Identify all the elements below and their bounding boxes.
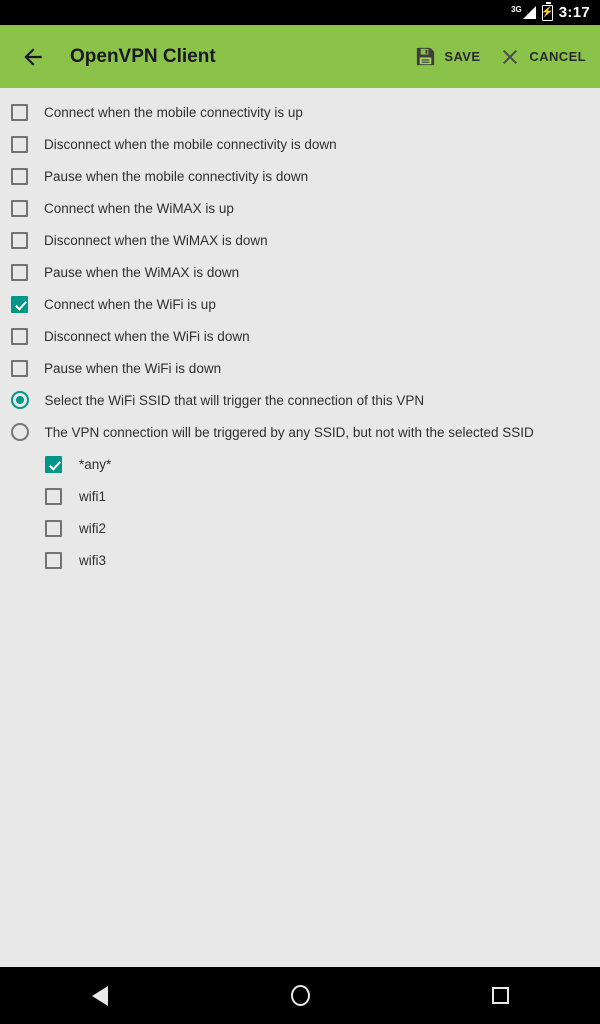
signal-3g-icon: 3G bbox=[511, 6, 536, 19]
android-screen: 3G ⚡ 3:17 OpenVPN Client SAVE CANCEL Con… bbox=[0, 0, 600, 1024]
checkbox-icon[interactable] bbox=[11, 231, 28, 249]
signal-bars-icon bbox=[522, 6, 536, 19]
checkbox-icon[interactable] bbox=[11, 199, 28, 217]
cancel-button[interactable]: CANCEL bbox=[498, 45, 586, 69]
checkbox-row[interactable]: Pause when the mobile connectivity is do… bbox=[0, 160, 600, 192]
checkbox-row[interactable]: Disconnect when the mobile connectivity … bbox=[0, 128, 600, 160]
checkbox-icon[interactable] bbox=[45, 551, 62, 569]
checkbox-row[interactable]: Disconnect when the WiFi is down bbox=[0, 320, 600, 352]
checkbox-icon[interactable] bbox=[11, 167, 28, 185]
checkbox-label: Disconnect when the mobile connectivity … bbox=[44, 136, 337, 152]
checkbox-label: Connect when the WiMAX is up bbox=[44, 200, 234, 216]
ssid-label: wifi3 bbox=[79, 552, 107, 568]
checkbox-icon[interactable] bbox=[11, 327, 28, 345]
ssid-list: *any* wifi1 wifi2 wifi3 bbox=[0, 448, 600, 576]
checkbox-row[interactable]: Pause when the WiFi is down bbox=[0, 352, 600, 384]
radio-label: The VPN connection will be triggered by … bbox=[44, 424, 534, 440]
app-bar: OpenVPN Client SAVE CANCEL bbox=[0, 25, 600, 88]
back-arrow-icon[interactable] bbox=[20, 44, 46, 70]
android-nav-bar bbox=[0, 967, 600, 1024]
checkbox-row[interactable]: Connect when the WiFi is up bbox=[0, 288, 600, 320]
checkbox-icon[interactable] bbox=[45, 487, 62, 505]
checkbox-label: Pause when the mobile connectivity is do… bbox=[44, 168, 309, 184]
radio-icon[interactable] bbox=[10, 423, 29, 441]
save-label: SAVE bbox=[444, 49, 481, 64]
ssid-label: wifi2 bbox=[79, 520, 107, 536]
network-type-label: 3G bbox=[511, 5, 522, 14]
checkbox-label: Connect when the WiFi is up bbox=[44, 296, 216, 312]
nav-back-icon bbox=[92, 985, 108, 1006]
checkbox-label: Pause when the WiFi is down bbox=[44, 360, 222, 376]
charging-bolt-icon: ⚡ bbox=[541, 6, 554, 18]
nav-home-icon bbox=[290, 985, 310, 1006]
ssid-list-item[interactable]: *any* bbox=[0, 448, 600, 480]
checkbox-label: Disconnect when the WiMAX is down bbox=[44, 232, 268, 248]
checkbox-icon[interactable] bbox=[11, 135, 28, 153]
close-x-icon bbox=[503, 49, 518, 64]
status-bar: 3G ⚡ 3:17 bbox=[0, 0, 600, 25]
checkbox-icon[interactable] bbox=[11, 263, 28, 281]
checkbox-label: Pause when the WiMAX is down bbox=[44, 264, 240, 280]
ssid-label: wifi1 bbox=[79, 488, 107, 504]
ssid-trigger-radio-group: Select the WiFi SSID that will trigger t… bbox=[0, 384, 600, 448]
ssid-list-item[interactable]: wifi1 bbox=[0, 480, 600, 512]
connectivity-checkbox-group: Connect when the mobile connectivity is … bbox=[0, 96, 600, 384]
checkbox-row[interactable]: Pause when the WiMAX is down bbox=[0, 256, 600, 288]
radio-icon[interactable] bbox=[10, 391, 29, 409]
page-title: OpenVPN Client bbox=[70, 45, 216, 67]
floppy-disk-icon bbox=[417, 47, 435, 66]
ssid-list-item[interactable]: wifi3 bbox=[0, 544, 600, 576]
radio-row[interactable]: Select the WiFi SSID that will trigger t… bbox=[0, 384, 600, 416]
save-button[interactable]: SAVE bbox=[414, 45, 480, 68]
nav-back-button[interactable] bbox=[70, 967, 130, 1024]
settings-content: Connect when the mobile connectivity is … bbox=[0, 88, 600, 1024]
nav-recents-icon bbox=[491, 987, 509, 1004]
checkbox-icon[interactable] bbox=[45, 519, 62, 537]
checkbox-icon[interactable] bbox=[11, 295, 28, 313]
ssid-list-item[interactable]: wifi2 bbox=[0, 512, 600, 544]
ssid-label: *any* bbox=[79, 456, 112, 472]
nav-recents-button[interactable] bbox=[470, 967, 530, 1024]
nav-home-button[interactable] bbox=[270, 967, 330, 1024]
checkbox-icon[interactable] bbox=[45, 455, 62, 473]
checkbox-icon[interactable] bbox=[11, 103, 28, 121]
checkbox-row[interactable]: Connect when the WiMAX is up bbox=[0, 192, 600, 224]
checkbox-row[interactable]: Disconnect when the WiMAX is down bbox=[0, 224, 600, 256]
radio-row[interactable]: The VPN connection will be triggered by … bbox=[0, 416, 600, 448]
cancel-label: CANCEL bbox=[529, 49, 586, 64]
status-bar-clock: 3:17 bbox=[558, 4, 590, 21]
checkbox-label: Disconnect when the WiFi is down bbox=[44, 328, 250, 344]
checkbox-label: Connect when the mobile connectivity is … bbox=[44, 104, 303, 120]
battery-charging-icon: ⚡ bbox=[541, 1, 554, 21]
checkbox-row[interactable]: Connect when the mobile connectivity is … bbox=[0, 96, 600, 128]
radio-label: Select the WiFi SSID that will trigger t… bbox=[44, 392, 425, 408]
checkbox-icon[interactable] bbox=[11, 359, 28, 377]
